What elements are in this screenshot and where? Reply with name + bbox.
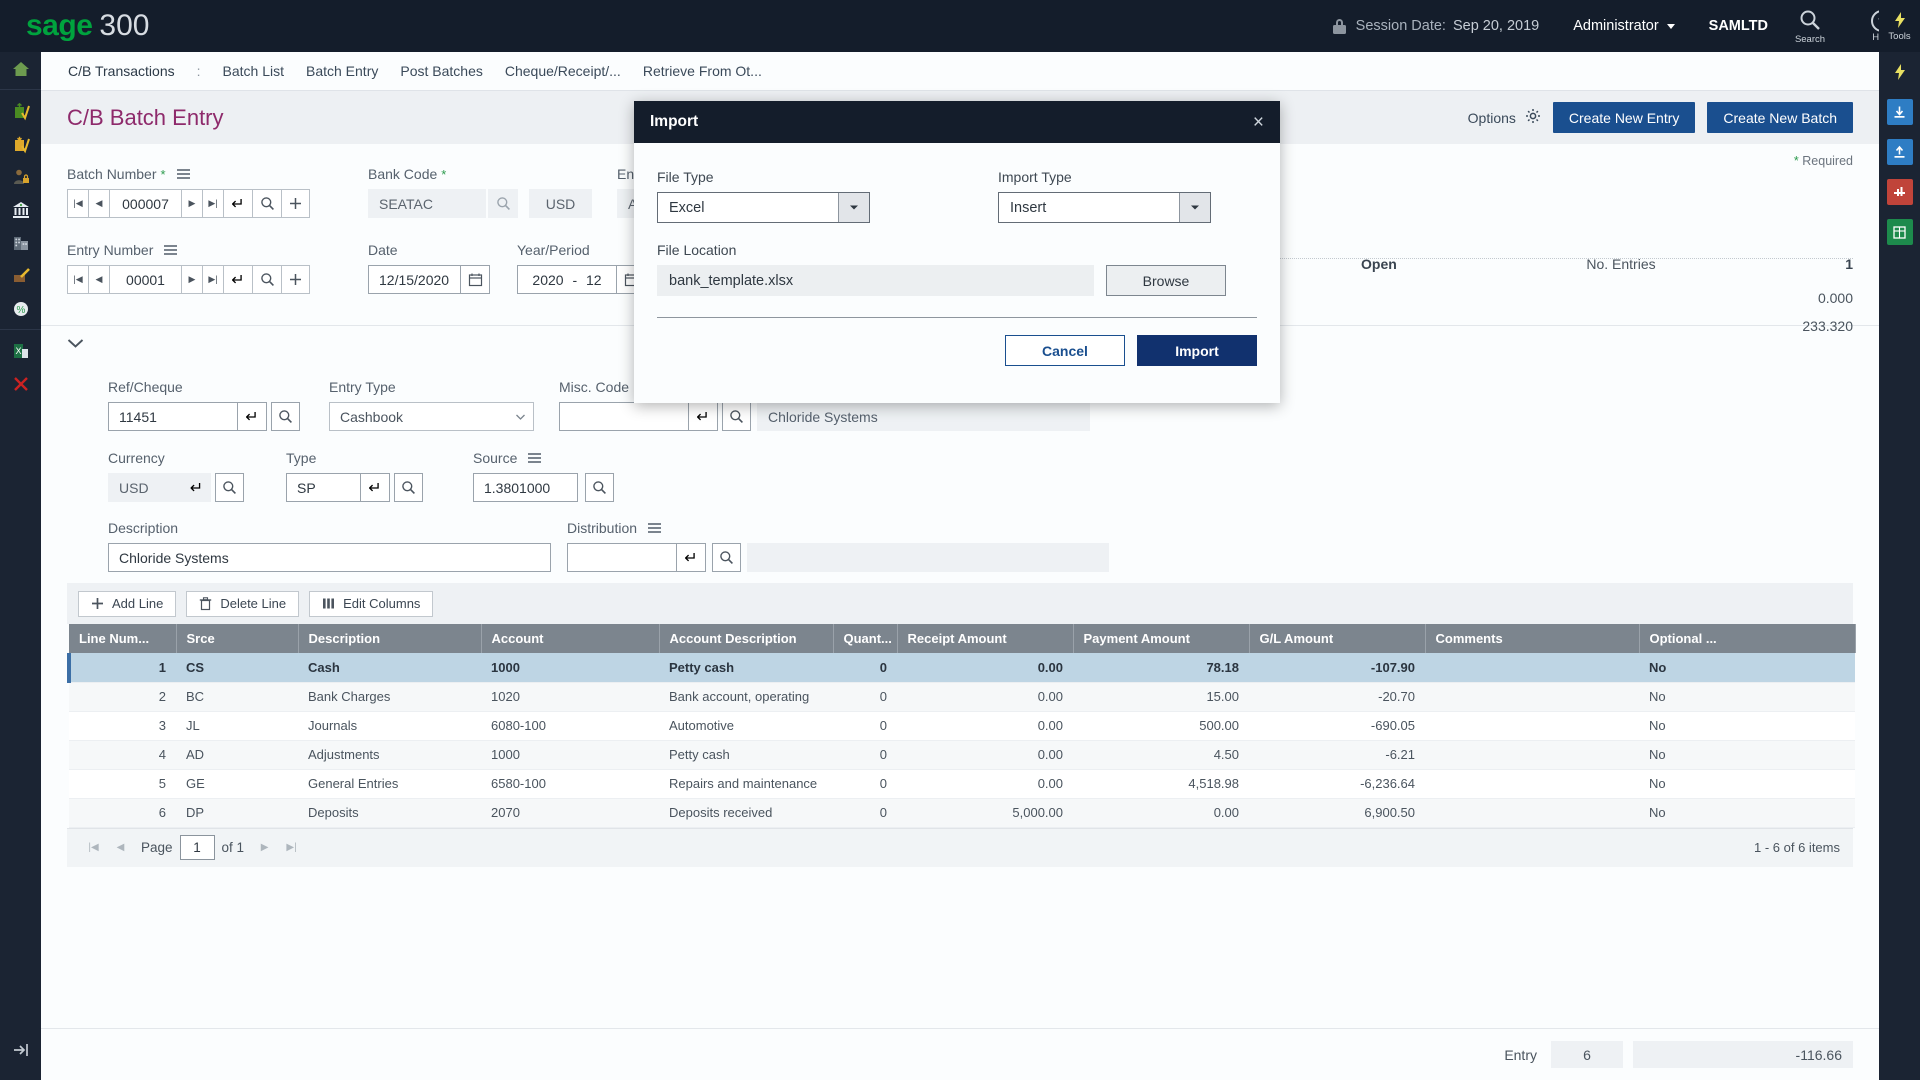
file-type-value: Excel	[669, 199, 705, 216]
import-button[interactable]: Import	[1137, 335, 1257, 366]
modal-header: Import ×	[634, 101, 1280, 143]
file-type-select[interactable]: Excel	[657, 192, 870, 223]
close-icon[interactable]: ×	[1253, 113, 1264, 132]
modal-body: File Type Excel Import Type Insert File …	[634, 143, 1280, 366]
file-location-field: File Location bank_template.xlsx Browse	[657, 242, 1257, 296]
import-type-select[interactable]: Insert	[998, 192, 1211, 223]
import-type-field: Import Type Insert	[998, 169, 1211, 223]
file-location-input[interactable]: bank_template.xlsx	[657, 265, 1094, 296]
file-location-row: bank_template.xlsx Browse	[657, 265, 1257, 296]
cancel-button[interactable]: Cancel	[1005, 335, 1125, 366]
import-type-label: Import Type	[998, 169, 1072, 185]
chevron-down-icon	[1179, 193, 1210, 222]
modal-type-row: File Type Excel Import Type Insert	[657, 169, 1257, 223]
application-window: sage 300 Session Date: Sep 20, 2019 Admi…	[0, 0, 1920, 1080]
browse-button[interactable]: Browse	[1106, 265, 1226, 296]
import-type-value: Insert	[1010, 199, 1047, 216]
modal-overlay: Import × File Type Excel Import Type Ins…	[0, 0, 1920, 1080]
file-type-field: File Type Excel	[657, 169, 870, 223]
import-dialog: Import × File Type Excel Import Type Ins…	[634, 101, 1280, 403]
file-location-label: File Location	[657, 242, 737, 258]
modal-divider	[657, 317, 1257, 318]
chevron-down-icon	[838, 193, 869, 222]
modal-footer: Cancel Import	[657, 335, 1257, 366]
file-type-label: File Type	[657, 169, 714, 185]
modal-title: Import	[650, 113, 699, 130]
